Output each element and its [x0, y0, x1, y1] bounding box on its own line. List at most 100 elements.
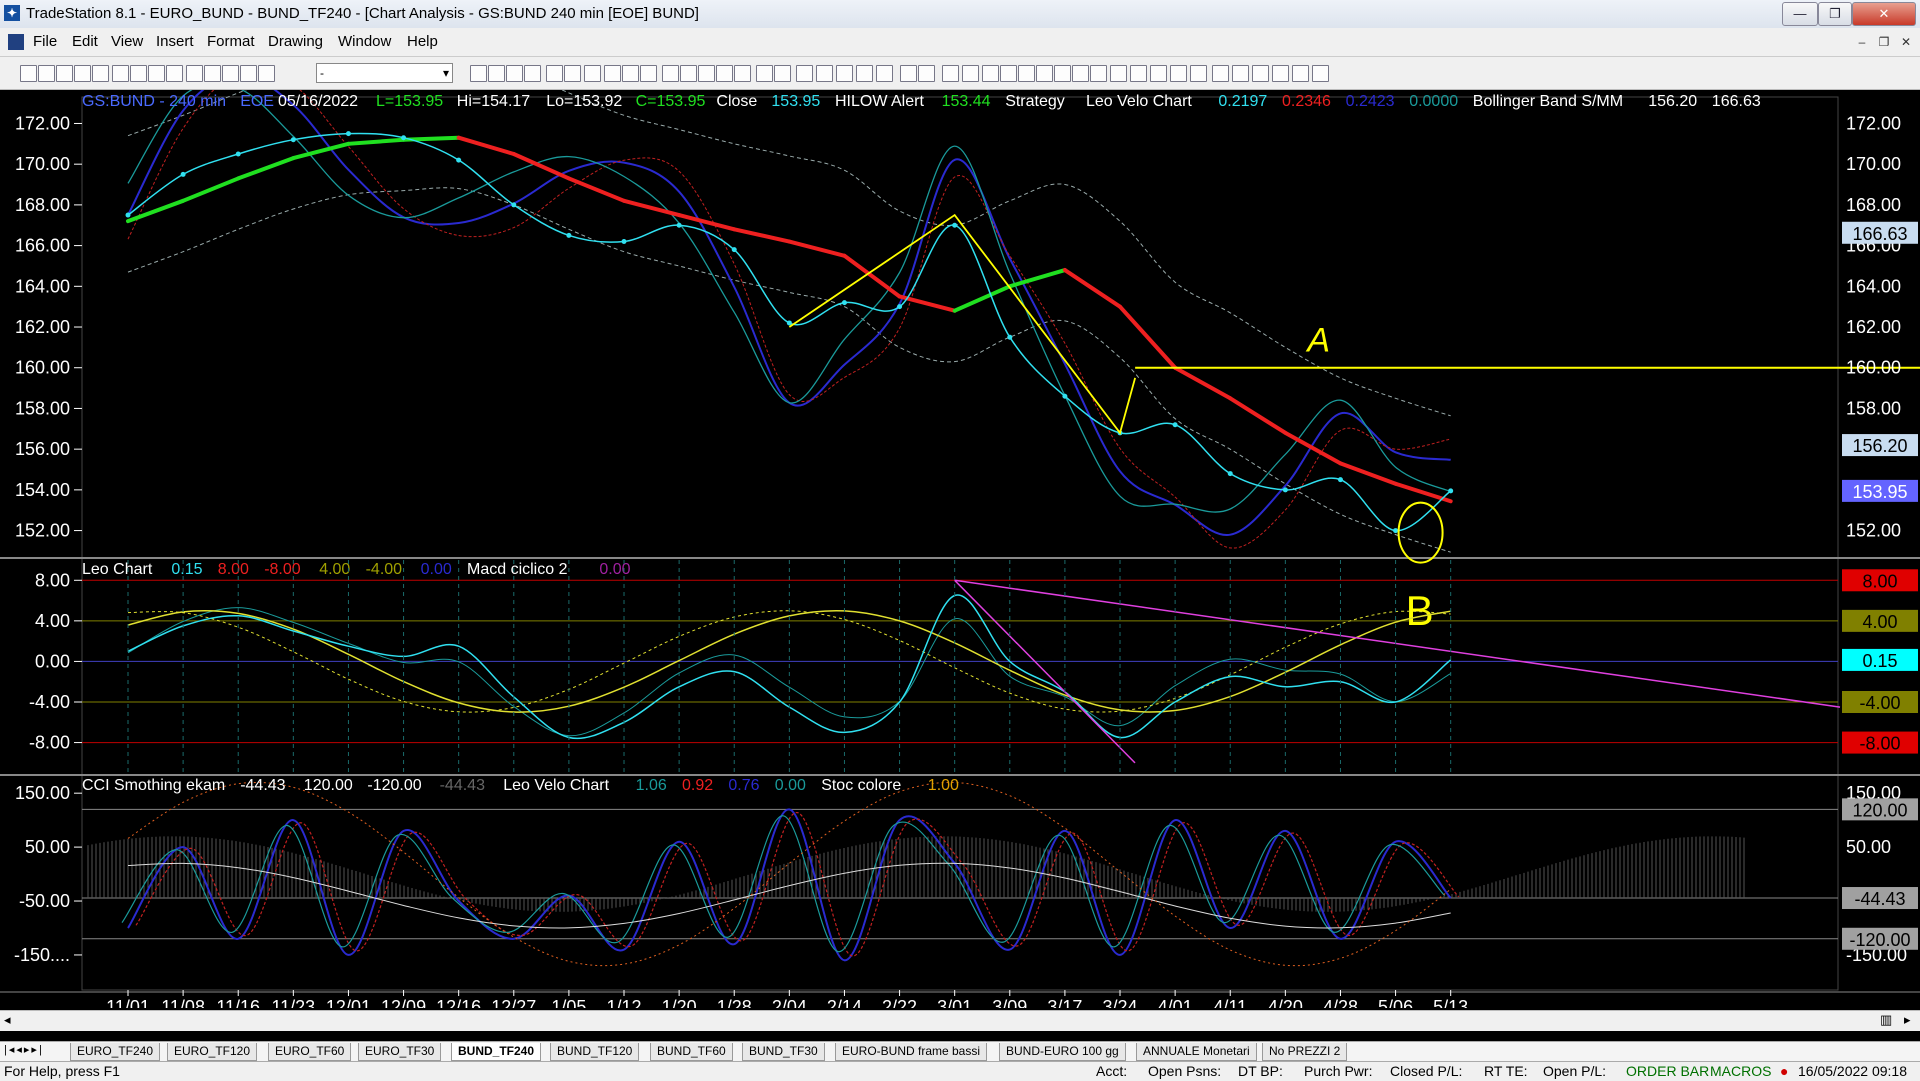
chart-window-icon[interactable] — [8, 34, 24, 50]
toolbar-combo[interactable]: - ▾ — [316, 63, 453, 83]
toolbar-tool-icon[interactable] — [38, 65, 55, 82]
toolbar-tool-icon[interactable] — [942, 65, 959, 82]
workspace-tab[interactable]: BUND_TF240 — [451, 1043, 542, 1061]
scroll-thumb-icon[interactable]: ▥ — [1880, 1012, 1892, 1028]
chevron-down-icon[interactable]: ▾ — [443, 64, 449, 82]
toolbar-tool-icon[interactable] — [1232, 65, 1249, 82]
toolbar-tool-icon[interactable] — [524, 65, 541, 82]
status-order-bar[interactable]: ORDER BAR — [1626, 1063, 1709, 1079]
toolbar-tool-icon[interactable] — [112, 65, 129, 82]
menu-edit[interactable]: Edit — [72, 33, 98, 50]
toolbar-tool-icon[interactable] — [1312, 65, 1329, 82]
menu-drawing[interactable]: Drawing — [268, 33, 323, 50]
toolbar-tool-icon[interactable] — [756, 65, 773, 82]
toolbar-tool-icon[interactable] — [734, 65, 751, 82]
workspace-tab[interactable]: EURO-BUND frame bassi — [835, 1043, 988, 1061]
scroll-left-icon[interactable]: ◂ — [4, 1012, 11, 1028]
toolbar-tool-icon[interactable] — [1272, 65, 1289, 82]
toolbar-tool-icon[interactable] — [1190, 65, 1207, 82]
panel-header-item: 166.63 — [1712, 93, 1761, 110]
toolbar-tool-icon[interactable] — [900, 65, 917, 82]
workspace-tab[interactable]: EURO_TF30 — [358, 1043, 442, 1061]
status-macros[interactable]: MACROS — [1710, 1063, 1771, 1079]
minimize-button[interactable]: — — [1782, 2, 1818, 26]
mdi-restore-button[interactable]: ❐ — [1874, 34, 1894, 50]
toolbar-tool-icon[interactable] — [506, 65, 523, 82]
toolbar-tool-icon[interactable] — [1292, 65, 1309, 82]
toolbar-tool-icon[interactable] — [488, 65, 505, 82]
toolbar-tool-icon[interactable] — [1000, 65, 1017, 82]
toolbar-tool-icon[interactable] — [20, 65, 37, 82]
toolbar-tool-icon[interactable] — [204, 65, 221, 82]
toolbar-tool-icon[interactable] — [1252, 65, 1269, 82]
workspace-tab[interactable]: BUND_TF60 — [650, 1043, 733, 1061]
toolbar-tool-icon[interactable] — [918, 65, 935, 82]
toolbar-tool-icon[interactable] — [56, 65, 73, 82]
toolbar-tool-icon[interactable] — [774, 65, 791, 82]
toolbar-tool-icon[interactable] — [836, 65, 853, 82]
toolbar-tool-icon[interactable] — [1170, 65, 1187, 82]
toolbar-tool-icon[interactable] — [1150, 65, 1167, 82]
toolbar-tool-icon[interactable] — [92, 65, 109, 82]
close-button[interactable]: ✕ — [1852, 2, 1916, 26]
workspace-tab[interactable]: EURO_TF120 — [167, 1043, 258, 1061]
restore-button[interactable]: ❐ — [1818, 2, 1852, 26]
toolbar-tool-icon[interactable] — [584, 65, 601, 82]
toolbar-tool-icon[interactable] — [1110, 65, 1127, 82]
toolbar-tool-icon[interactable] — [1018, 65, 1035, 82]
menu-insert[interactable]: Insert — [156, 33, 194, 50]
toolbar-tool-icon[interactable] — [622, 65, 639, 82]
menu-file[interactable]: File — [33, 33, 57, 50]
toolbar-tool-icon[interactable] — [816, 65, 833, 82]
toolbar-tool-icon[interactable] — [962, 65, 979, 82]
close-price-point — [345, 131, 351, 137]
toolbar-tool-icon[interactable] — [856, 65, 873, 82]
toolbar-tool-icon[interactable] — [698, 65, 715, 82]
mdi-close-button[interactable]: ✕ — [1896, 34, 1916, 50]
mdi-minimize-button[interactable]: – — [1852, 34, 1872, 50]
toolbar-tool-icon[interactable] — [680, 65, 697, 82]
toolbar-tool-icon[interactable] — [876, 65, 893, 82]
menu-help[interactable]: Help — [407, 33, 438, 50]
toolbar-tool-icon[interactable] — [640, 65, 657, 82]
toolbar-tool-icon[interactable] — [1054, 65, 1071, 82]
workspace-tab[interactable]: BUND_TF30 — [742, 1043, 825, 1061]
x-tick-label: 1/05 — [551, 997, 586, 1008]
workspace-tab[interactable]: ANNUALE Monetari — [1136, 1043, 1257, 1061]
toolbar-tool-icon[interactable] — [982, 65, 999, 82]
toolbar-tool-icon[interactable] — [148, 65, 165, 82]
toolbar-tool-icon[interactable] — [470, 65, 487, 82]
toolbar-tool-icon[interactable] — [222, 65, 239, 82]
toolbar-tool-icon[interactable] — [240, 65, 257, 82]
workspace-tab[interactable]: BUND-EURO 100 gg — [999, 1043, 1126, 1061]
toolbar-tool-icon[interactable] — [564, 65, 581, 82]
chart-area[interactable]: A B 172.00 170.00 168.00 166.00 164.00 162.00 1… — [0, 90, 1920, 1008]
toolbar-tool-icon[interactable] — [166, 65, 183, 82]
toolbar-tool-icon[interactable] — [74, 65, 91, 82]
panel-header-item: 153.44 — [942, 93, 991, 110]
toolbar-tool-icon[interactable] — [716, 65, 733, 82]
toolbar-tool-icon[interactable] — [130, 65, 147, 82]
toolbar-tool-icon[interactable] — [546, 65, 563, 82]
menu-view[interactable]: View — [111, 33, 143, 50]
toolbar-tool-icon[interactable] — [796, 65, 813, 82]
toolbar-tool-icon[interactable] — [662, 65, 679, 82]
horizontal-scrollbar[interactable]: ◂ ▥ ▸ — [0, 1010, 1920, 1031]
toolbar-tool-icon[interactable] — [604, 65, 621, 82]
workspace-tab[interactable]: No PREZZI 2 — [1262, 1043, 1348, 1061]
toolbar-tool-icon[interactable] — [1036, 65, 1053, 82]
toolbar-tool-icon[interactable] — [258, 65, 275, 82]
toolbar-tool-icon[interactable] — [1090, 65, 1107, 82]
toolbar-tool-icon[interactable] — [1212, 65, 1229, 82]
workspace-tab[interactable]: EURO_TF60 — [268, 1043, 352, 1061]
toolbar-tool-icon[interactable] — [1130, 65, 1147, 82]
menu-window[interactable]: Window — [338, 33, 391, 50]
tab-nav-arrows-icon[interactable]: |◂◂▸▸| — [4, 1043, 44, 1056]
workspace-tab[interactable]: BUND_TF120 — [550, 1043, 640, 1061]
scroll-right-icon[interactable]: ▸ — [1904, 1012, 1911, 1028]
toolbar-tool-icon[interactable] — [1072, 65, 1089, 82]
workspace-tab[interactable]: EURO_TF240 — [70, 1043, 161, 1061]
x-tick-label: 5/06 — [1378, 997, 1413, 1008]
menu-format[interactable]: Format — [207, 33, 255, 50]
toolbar-tool-icon[interactable] — [186, 65, 203, 82]
